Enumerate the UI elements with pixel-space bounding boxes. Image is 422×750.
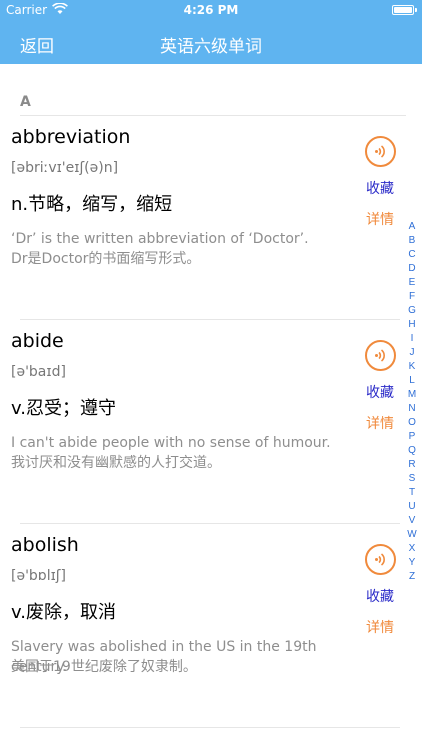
index-letter[interactable]: Y xyxy=(409,556,416,570)
word-text: abide xyxy=(11,330,64,352)
index-letter[interactable]: H xyxy=(408,318,415,332)
example-english: ‘Dr’ is the written abbreviation of ‘Doc… xyxy=(11,231,309,247)
index-letter[interactable]: D xyxy=(408,262,415,276)
detail-button[interactable]: 详情 xyxy=(366,617,394,637)
phonetic-text: [əbriːvɪ'eɪʃ(ə)n] xyxy=(11,160,119,176)
section-letter: A xyxy=(20,94,31,110)
favorite-button[interactable]: 收藏 xyxy=(366,586,394,606)
word-entry[interactable]: abolish [ə'bɒlɪʃ] v.废除，取消 Slavery was ab… xyxy=(0,524,400,728)
divider xyxy=(20,727,400,728)
alphabet-index-bar[interactable]: ABCDEFGHIJKLMNOPQRSTUVWXYZ xyxy=(402,220,422,584)
index-letter[interactable]: J xyxy=(410,346,415,360)
index-letter[interactable]: U xyxy=(408,500,415,514)
index-letter[interactable]: M xyxy=(408,388,416,402)
word-text: abolish xyxy=(11,534,79,556)
phonetic-text: [ə'bɒlɪʃ] xyxy=(11,568,66,584)
example-chinese: 美国于19世纪废除了奴隶制。 xyxy=(11,659,197,675)
example-english: I can't abide people with no sense of hu… xyxy=(11,435,331,451)
index-letter[interactable]: O xyxy=(408,416,416,430)
index-letter[interactable]: F xyxy=(409,290,415,304)
index-letter[interactable]: G xyxy=(408,304,416,318)
word-entry[interactable]: abbreviation [əbriːvɪ'eɪʃ(ə)n] n.节略，缩写，缩… xyxy=(0,116,400,320)
index-letter[interactable]: T xyxy=(409,486,415,500)
index-letter[interactable]: R xyxy=(408,458,415,472)
speaker-wave-icon[interactable] xyxy=(365,340,396,371)
index-letter[interactable]: A xyxy=(409,220,416,234)
phonetic-text: [ə'baɪd] xyxy=(11,364,66,380)
index-letter[interactable]: L xyxy=(409,374,415,388)
index-letter[interactable]: S xyxy=(409,472,416,486)
index-letter[interactable]: E xyxy=(409,276,416,290)
detail-button[interactable]: 详情 xyxy=(366,413,394,433)
status-time: 4:26 PM xyxy=(183,3,239,17)
index-letter[interactable]: C xyxy=(408,248,415,262)
index-letter[interactable]: V xyxy=(409,514,416,528)
status-bar: Carrier 4:26 PM xyxy=(0,0,422,20)
index-letter[interactable]: P xyxy=(409,430,416,444)
index-letter[interactable]: N xyxy=(408,402,415,416)
example-chinese: 我讨厌和没有幽默感的人打交道。 xyxy=(11,455,221,471)
battery-icon xyxy=(392,5,417,15)
speaker-wave-icon[interactable] xyxy=(365,544,396,575)
index-letter[interactable]: X xyxy=(409,542,416,556)
example-chinese: Dr是Doctor的书面缩写形式。 xyxy=(11,251,201,267)
index-letter[interactable]: Z xyxy=(409,570,415,584)
word-entry[interactable]: abide [ə'baɪd] v.忍受；遵守 I can't abide peo… xyxy=(0,320,400,524)
index-letter[interactable]: Q xyxy=(408,444,416,458)
meaning-text: n.节略，缩写，缩短 xyxy=(11,194,173,215)
speaker-wave-icon[interactable] xyxy=(365,136,396,167)
index-letter[interactable]: B xyxy=(409,234,416,248)
favorite-button[interactable]: 收藏 xyxy=(366,382,394,402)
page-title: 英语六级单词 xyxy=(160,37,262,57)
index-letter[interactable]: I xyxy=(411,332,414,346)
meaning-text: v.废除，取消 xyxy=(11,602,116,623)
word-text: abbreviation xyxy=(11,126,131,148)
meaning-text: v.忍受；遵守 xyxy=(11,398,116,419)
index-letter[interactable]: K xyxy=(409,360,416,374)
navigation-bar: 返回 英语六级单词 xyxy=(0,20,422,64)
index-letter[interactable]: W xyxy=(407,528,416,542)
section-header: A xyxy=(0,64,422,116)
favorite-button[interactable]: 收藏 xyxy=(366,178,394,198)
detail-button[interactable]: 详情 xyxy=(366,209,394,229)
